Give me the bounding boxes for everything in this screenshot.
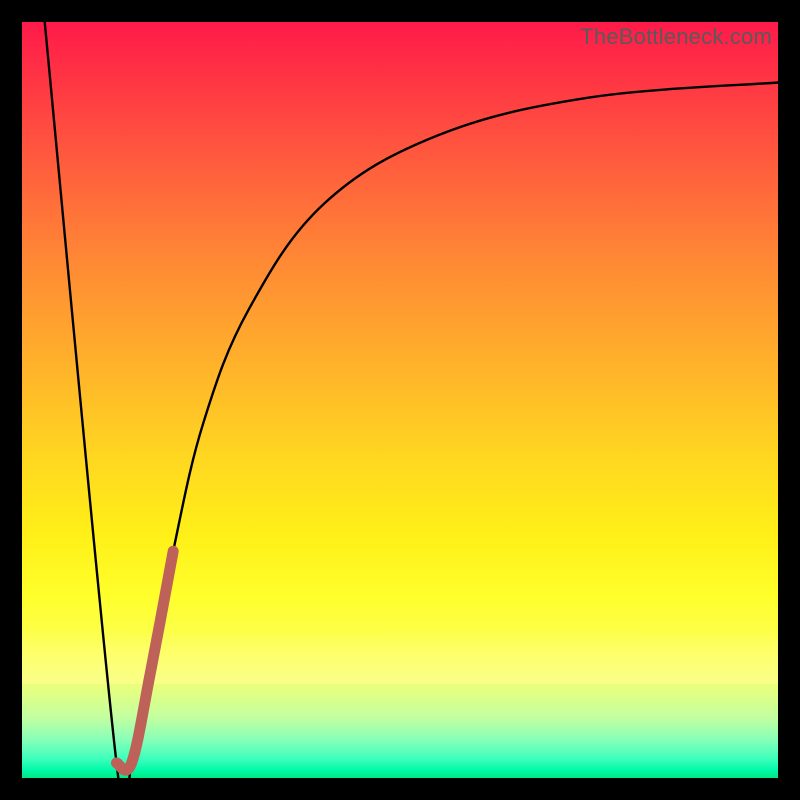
- plot-area: TheBottleneck.com: [22, 22, 778, 778]
- highlight-segment: [117, 551, 174, 770]
- watermark-text: TheBottleneck.com: [580, 24, 772, 50]
- chart-frame: TheBottleneck.com: [0, 0, 800, 800]
- curve-svg: [22, 22, 778, 778]
